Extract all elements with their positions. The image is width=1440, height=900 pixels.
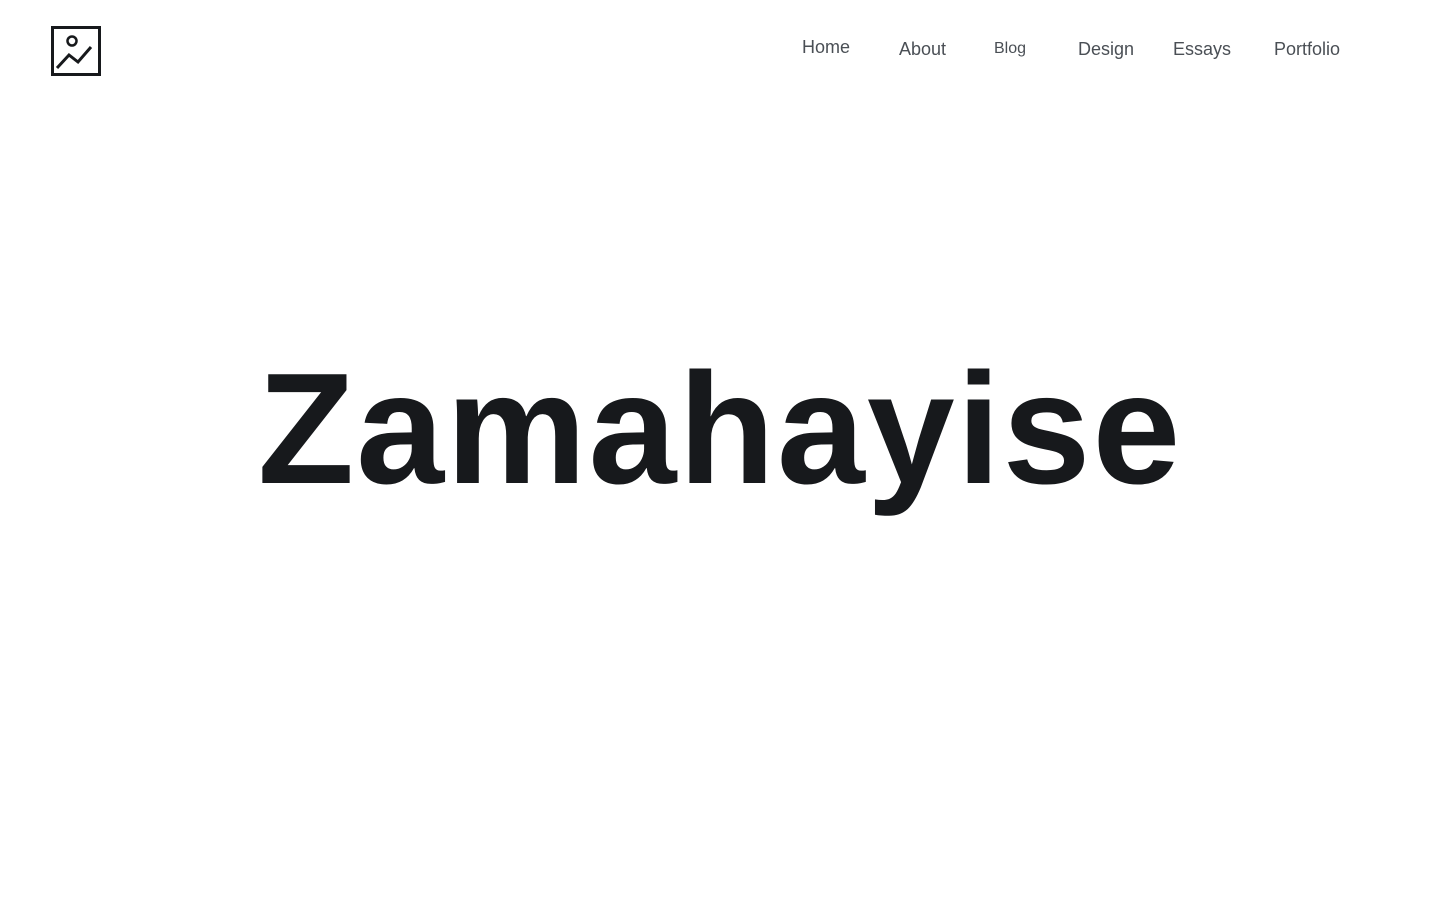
- hero-title: Zamahayise: [257, 341, 1183, 517]
- page: Home About Blog Design Essays Portfolio …: [0, 0, 1440, 900]
- nav-link-blog[interactable]: Blog: [994, 41, 1026, 57]
- nav-link-portfolio[interactable]: Portfolio: [1274, 40, 1340, 58]
- nav-link-about[interactable]: About: [899, 40, 946, 58]
- main-nav: Home About Blog Design Essays Portfolio: [0, 0, 1440, 100]
- nav-link-home[interactable]: Home: [802, 38, 850, 56]
- nav-link-essays[interactable]: Essays: [1173, 40, 1231, 58]
- hero-section: Zamahayise: [0, 350, 1440, 508]
- nav-link-design[interactable]: Design: [1078, 40, 1134, 58]
